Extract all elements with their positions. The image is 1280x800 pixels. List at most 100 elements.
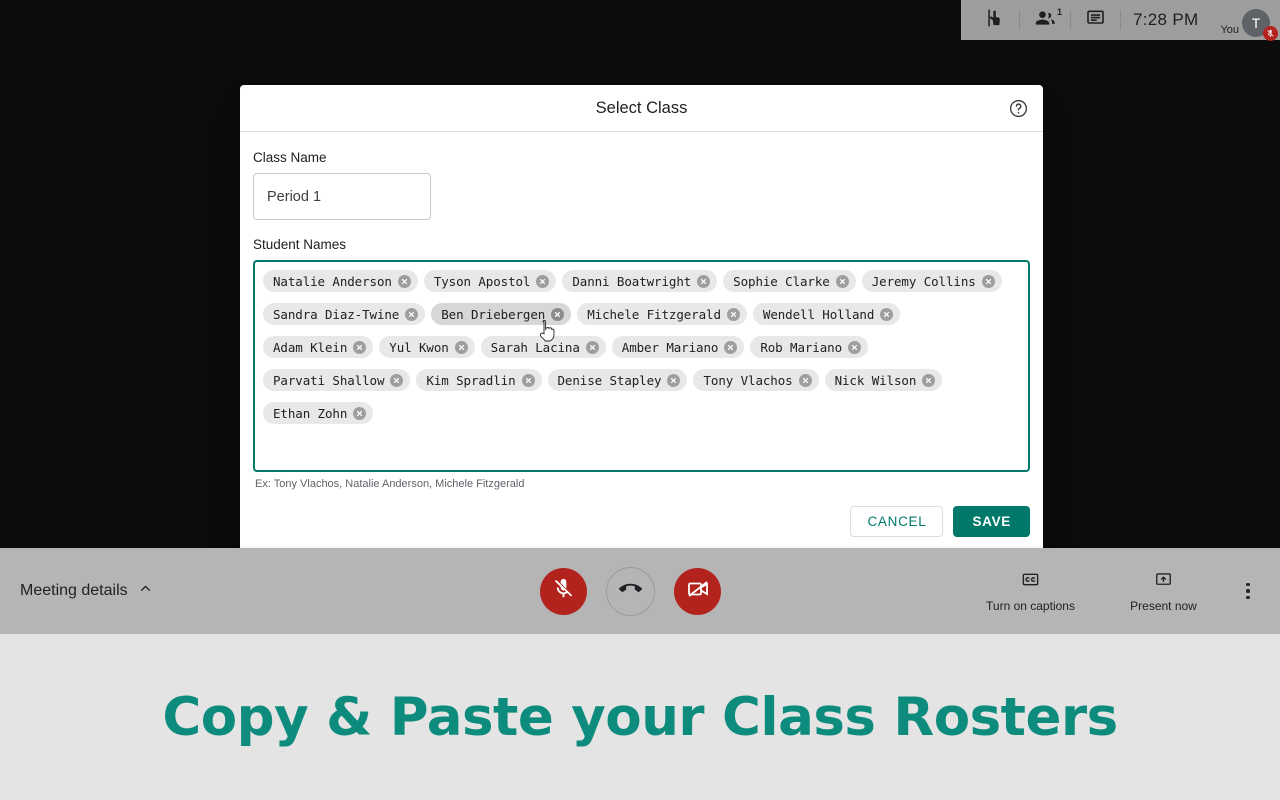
remove-circle-icon[interactable] <box>585 340 599 354</box>
student-chip[interactable]: Michele Fitzgerald <box>577 303 747 325</box>
student-chip[interactable]: Jeremy Collins <box>861 270 1002 292</box>
remove-circle-icon[interactable] <box>667 373 681 387</box>
remove-circle-icon[interactable] <box>397 274 411 288</box>
student-chip[interactable]: Denise Stapley <box>547 369 688 391</box>
raise-hand-button[interactable] <box>971 0 1019 40</box>
student-chip[interactable]: Tyson Apostol <box>423 270 557 292</box>
remove-circle-icon[interactable] <box>521 373 535 387</box>
select-class-dialog: Select Class Class Name Student Names Na… <box>240 85 1043 554</box>
remove-circle-icon[interactable] <box>454 340 468 354</box>
remove-circle-icon[interactable] <box>353 406 367 420</box>
dialog-body: Class Name Student Names Natalie Anderso… <box>240 132 1043 490</box>
turn-on-captions-button[interactable]: Turn on captions <box>964 570 1097 613</box>
student-chip-label: Kim Spradlin <box>426 372 516 388</box>
class-name-input[interactable] <box>253 173 431 220</box>
student-chip[interactable]: Nick Wilson <box>824 369 943 391</box>
remove-circle-icon[interactable] <box>697 274 711 288</box>
participants-count: 1 <box>1057 7 1063 17</box>
student-chip[interactable]: Tony Vlachos <box>693 369 819 391</box>
you-label: You <box>1220 24 1239 36</box>
student-chip[interactable]: Danni Boatwright <box>562 270 718 292</box>
student-chip-label: Adam Klein <box>273 339 348 355</box>
remove-circle-icon[interactable] <box>724 340 738 354</box>
student-chip-label: Sandra Diaz-Twine <box>273 306 400 322</box>
student-chip[interactable]: Adam Klein <box>263 336 374 358</box>
remove-circle-icon[interactable] <box>536 274 550 288</box>
cancel-button[interactable]: CANCEL <box>850 506 944 537</box>
remove-circle-icon[interactable] <box>848 340 862 354</box>
dialog-title: Select Class <box>595 98 688 117</box>
present-now-label: Present now <box>1130 598 1197 613</box>
page-content: Copy & Paste your Class Rosters <box>0 634 1280 800</box>
save-button[interactable]: SAVE <box>953 506 1030 537</box>
student-chip-label: Natalie Anderson <box>273 273 392 289</box>
student-chip[interactable]: Amber Mariano <box>611 336 745 358</box>
student-chip-label: Ben Driebergen <box>441 306 546 322</box>
student-names-helper-text: Ex: Tony Vlachos, Natalie Anderson, Mich… <box>255 478 525 490</box>
chat-button[interactable] <box>1071 0 1120 40</box>
student-chip-label: Jeremy Collins <box>871 273 976 289</box>
help-circle-icon[interactable] <box>1006 96 1030 120</box>
page-headline: Copy & Paste your Class Rosters <box>162 686 1118 748</box>
student-chip[interactable]: Ethan Zohn <box>263 402 374 424</box>
student-chip-label: Rob Mariano <box>760 339 843 355</box>
chat-icon <box>1085 8 1106 33</box>
remove-circle-icon[interactable] <box>551 307 565 321</box>
student-chip-label: Nick Wilson <box>834 372 917 388</box>
student-chip[interactable]: Sarah Lacina <box>480 336 606 358</box>
student-chip-label: Denise Stapley <box>557 372 662 388</box>
avatar-initial: T <box>1251 15 1261 31</box>
camera-off-icon <box>686 577 710 606</box>
call-controls <box>540 566 721 616</box>
meeting-control-bar: Meeting details Turn on captions Present… <box>0 548 1280 634</box>
student-chip[interactable]: Rob Mariano <box>750 336 869 358</box>
avatar[interactable]: T <box>1242 9 1278 41</box>
student-chip[interactable]: Sandra Diaz-Twine <box>263 303 426 325</box>
remove-circle-icon[interactable] <box>835 274 849 288</box>
student-chip-label: Sarah Lacina <box>490 339 580 355</box>
self-avatar-block[interactable]: You T <box>1210 0 1278 41</box>
closed-captions-icon <box>1020 570 1041 594</box>
student-chip-label: Yul Kwon <box>389 339 449 355</box>
camera-toggle-button[interactable] <box>674 567 721 615</box>
mic-off-icon <box>1263 26 1278 41</box>
student-chip-label: Ethan Zohn <box>273 405 348 421</box>
remove-circle-icon[interactable] <box>353 340 367 354</box>
turn-on-captions-label: Turn on captions <box>986 598 1075 613</box>
microphone-toggle-button[interactable] <box>540 567 587 615</box>
present-now-button[interactable]: Present now <box>1097 570 1230 613</box>
people-icon <box>1034 8 1056 33</box>
present-screen-icon <box>1153 570 1174 594</box>
student-chip[interactable]: Wendell Holland <box>752 303 901 325</box>
student-chip[interactable]: Yul Kwon <box>379 336 475 358</box>
hangup-button[interactable] <box>606 566 655 616</box>
student-chip-label: Danni Boatwright <box>572 273 692 289</box>
remove-circle-icon[interactable] <box>390 373 404 387</box>
remove-circle-icon[interactable] <box>726 307 740 321</box>
student-chip[interactable]: Parvati Shallow <box>263 369 411 391</box>
remove-circle-icon[interactable] <box>922 373 936 387</box>
remove-circle-icon[interactable] <box>981 274 995 288</box>
class-name-label: Class Name <box>253 150 327 165</box>
remove-circle-icon[interactable] <box>405 307 419 321</box>
more-vertical-icon[interactable] <box>1230 571 1266 611</box>
chevron-up-icon <box>137 580 154 602</box>
remove-circle-icon[interactable] <box>880 307 894 321</box>
student-chip[interactable]: Ben Driebergen <box>431 303 572 325</box>
student-chip-label: Parvati Shallow <box>273 372 385 388</box>
remove-circle-icon[interactable] <box>798 373 812 387</box>
student-chip[interactable]: Kim Spradlin <box>416 369 542 391</box>
participants-button[interactable]: 1 <box>1020 0 1070 40</box>
raise-hand-icon <box>985 8 1005 33</box>
student-chip[interactable]: Sophie Clarke <box>723 270 856 292</box>
student-chip-label: Tony Vlachos <box>703 372 793 388</box>
meeting-details-button[interactable]: Meeting details <box>0 580 430 602</box>
student-chip[interactable]: Natalie Anderson <box>263 270 418 292</box>
student-names-input[interactable]: Natalie Anderson Tyson Apostol Danni Boatw… <box>253 260 1030 472</box>
dialog-actions: CANCEL SAVE <box>240 490 1043 554</box>
student-names-label: Student Names <box>253 237 347 252</box>
dialog-header: Select Class <box>240 85 1043 132</box>
clock: 7:28 PM <box>1133 10 1199 29</box>
screen: 1 7:28 PM You T Select Class Class Name … <box>0 0 1280 800</box>
hangup-icon <box>618 577 642 605</box>
